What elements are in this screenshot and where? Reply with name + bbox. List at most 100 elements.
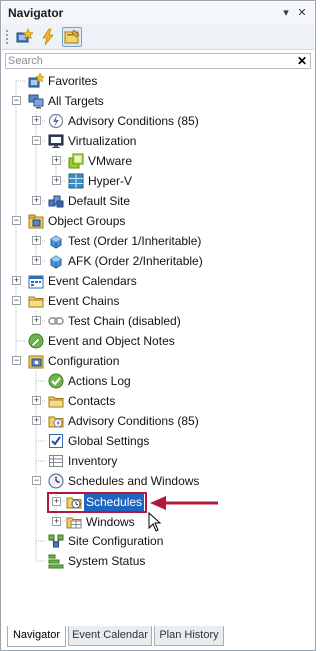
tree-item-advisory-conditions[interactable]: + Advisory Conditions (85) <box>2 111 314 131</box>
tree-item-favorites[interactable]: Favorites <box>2 71 314 91</box>
configuration-icon <box>28 355 44 369</box>
site-configuration-icon <box>48 534 64 548</box>
panel-title: Navigator <box>8 6 64 20</box>
checkbox-settings-icon <box>49 434 63 448</box>
tree-item-site-configuration[interactable]: Site Configuration <box>2 531 314 551</box>
tree-item-all-targets[interactable]: − All Targets <box>2 91 314 111</box>
tree-item-label: Schedules and Windows <box>68 474 200 488</box>
collapse-icon[interactable]: − <box>32 476 41 485</box>
clock-icon <box>48 473 64 489</box>
lightning-tool-button[interactable] <box>38 27 58 47</box>
tree-item-test-chain[interactable]: + Test Chain (disabled) <box>2 311 314 331</box>
hyper-v-icon <box>68 173 84 189</box>
contacts-folder-icon <box>48 396 64 408</box>
expand-icon[interactable]: + <box>32 316 41 325</box>
favorites-icon <box>28 73 44 88</box>
notes-icon <box>28 333 44 349</box>
tree-item-test-group[interactable]: + Test (Order 1/Inheritable) <box>2 231 314 251</box>
chain-link-icon <box>48 317 64 325</box>
clear-search-icon[interactable]: ✕ <box>296 54 308 68</box>
tree-item-event-object-notes[interactable]: Event and Object Notes <box>2 331 314 351</box>
tab-plan-history[interactable]: Plan History <box>154 626 224 646</box>
favorites-tool-button[interactable] <box>14 27 34 47</box>
expand-icon[interactable]: + <box>52 517 61 526</box>
tree-item-label: Default Site <box>68 194 131 208</box>
mouse-cursor-icon <box>148 512 162 532</box>
tab-navigator[interactable]: Navigator <box>7 626 66 647</box>
tree-item-global-settings[interactable]: Global Settings <box>2 431 314 451</box>
collapse-icon[interactable]: − <box>32 136 41 145</box>
tree-item-label: Configuration <box>48 354 120 368</box>
title-bar: Navigator ▾ ✕ <box>2 2 314 24</box>
tree-item-label: Site Configuration <box>68 534 164 548</box>
tree-item-contacts[interactable]: + Contacts <box>2 391 314 411</box>
expand-icon[interactable]: + <box>12 276 21 285</box>
collapse-icon[interactable]: − <box>12 296 21 305</box>
tree-item-default-site[interactable]: + Default Site <box>2 191 314 211</box>
navigator-panel: Navigator ▾ ✕ ✕ <box>0 0 316 651</box>
notes-tool-icon <box>64 29 80 44</box>
folder-icon <box>28 296 44 308</box>
tree-item-object-groups[interactable]: − Object Groups <box>2 211 314 231</box>
lightning-icon <box>42 28 54 46</box>
collapse-icon[interactable]: − <box>12 96 21 105</box>
tree-item-label: VMware <box>88 154 133 168</box>
advisory-icon <box>48 113 64 129</box>
tree-item-virtualization[interactable]: − Virtualization <box>2 131 314 151</box>
expand-icon[interactable]: + <box>52 156 61 165</box>
tree-item-afk-group[interactable]: + AFK (Order 2/Inheritable) <box>2 251 314 271</box>
tree-item-config-advisory-conditions[interactable]: + Advisory Conditions (85) <box>2 411 314 431</box>
search-box: ✕ <box>5 53 311 69</box>
tree-item-label: Advisory Conditions (85) <box>68 414 199 428</box>
schedules-folder-icon <box>66 497 82 509</box>
tree-item-hyper-v[interactable]: + Hyper-V <box>2 171 314 191</box>
tree-item-label: Event Calendars <box>48 274 137 288</box>
expand-icon[interactable]: + <box>32 256 41 265</box>
tree-item-label: Contacts <box>68 394 116 408</box>
tree-item-event-calendars[interactable]: + Event Calendars <box>2 271 314 291</box>
tab-event-calendar[interactable]: Event Calendar <box>68 626 152 646</box>
tree-item-schedules-and-windows[interactable]: − Schedules and Windows <box>2 471 314 491</box>
tree-item-inventory[interactable]: Inventory <box>2 451 314 471</box>
tree-item-label: Test Chain (disabled) <box>68 314 181 328</box>
vmware-icon <box>68 153 84 169</box>
windows-icon <box>66 517 82 529</box>
expand-icon[interactable]: + <box>32 416 41 425</box>
tree-item-event-chains[interactable]: − Event Chains <box>2 291 314 311</box>
navigator-tree: Favorites − All Targets + Advisory Condi… <box>2 71 314 621</box>
computers-icon <box>28 94 44 109</box>
group-cubes-icon <box>50 255 62 269</box>
collapse-icon[interactable]: − <box>12 216 21 225</box>
calendar-icon <box>28 275 44 289</box>
pin-dropdown-button[interactable]: ▾ <box>280 7 292 19</box>
system-status-icon <box>48 554 64 569</box>
tree-item-configuration[interactable]: − Configuration <box>2 351 314 371</box>
tree-item-label: Actions Log <box>68 374 131 388</box>
search-input[interactable] <box>8 54 294 68</box>
expand-icon[interactable]: + <box>52 176 61 185</box>
pointer-arrow-icon <box>150 496 218 510</box>
tree-item-label: Inventory <box>68 454 118 468</box>
expand-icon[interactable]: + <box>32 236 41 245</box>
tree-item-vmware[interactable]: + VMware <box>2 151 314 171</box>
tree-item-label: Hyper-V <box>88 174 133 188</box>
tree-item-actions-log[interactable]: Actions Log <box>2 371 314 391</box>
monitor-icon <box>48 134 64 148</box>
expand-icon[interactable]: + <box>52 497 61 506</box>
expand-icon[interactable]: + <box>32 196 41 205</box>
collapse-icon[interactable]: − <box>12 356 21 365</box>
expand-icon[interactable]: + <box>32 396 41 405</box>
tree-item-label: Event Chains <box>48 294 120 308</box>
tree-item-label: Windows <box>86 515 135 529</box>
tree-item-system-status[interactable]: System Status <box>2 551 314 571</box>
notes-tool-button[interactable] <box>62 27 82 47</box>
tree-item-label: Advisory Conditions (85) <box>68 114 199 128</box>
tree-item-label: Object Groups <box>48 214 126 228</box>
object-groups-icon <box>28 214 44 229</box>
toolbar-grip[interactable] <box>6 30 8 44</box>
expand-icon[interactable]: + <box>32 116 41 125</box>
favorites-tool-icon <box>16 28 34 43</box>
tree-item-label: Schedules <box>86 495 143 509</box>
close-panel-button[interactable]: ✕ <box>296 7 308 19</box>
tree-item-label: All Targets <box>48 94 104 108</box>
